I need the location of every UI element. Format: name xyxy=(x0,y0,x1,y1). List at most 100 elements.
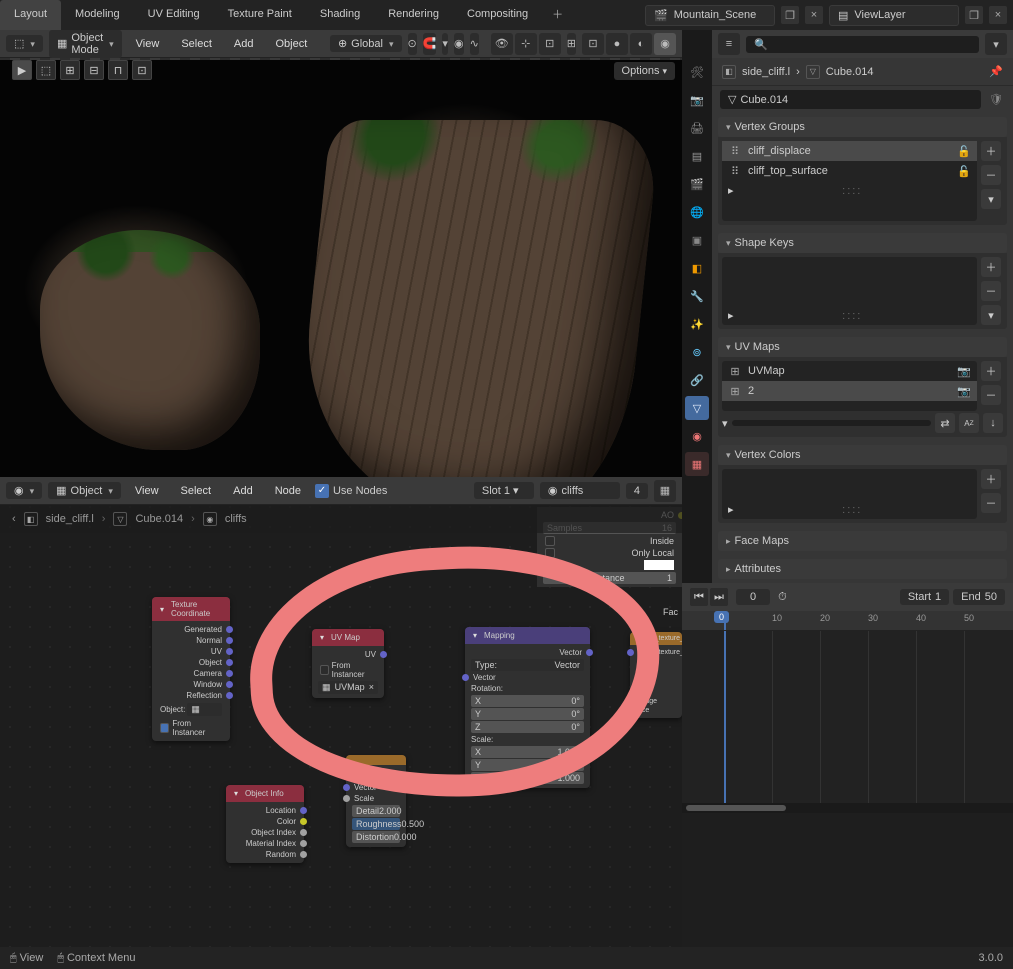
node-texture-coordinate[interactable]: Texture Coordinate Generated Normal UV O… xyxy=(152,597,230,741)
uv-swap-button[interactable]: ⇄ xyxy=(935,413,955,433)
orientation-dropdown[interactable]: ⊕Global xyxy=(330,35,402,52)
mapping-type-dropdown[interactable]: Type:Vector xyxy=(471,659,584,671)
noise-distortion[interactable]: Distortion0.000 xyxy=(352,831,400,843)
node-group-rocks-texture[interactable]: rocks_texture_com rocks_texture_c image … xyxy=(630,632,682,718)
noise-detail[interactable]: Detail2.000 xyxy=(352,805,400,817)
tab-tool[interactable]: 🛠 xyxy=(685,60,709,84)
expand-arrow[interactable]: ▸ xyxy=(728,309,734,322)
object-picker[interactable]: ▦ xyxy=(187,703,222,716)
vgroup-remove-button[interactable]: － xyxy=(981,165,1001,185)
bc-object[interactable]: side_cliff.l xyxy=(46,513,94,525)
panel-face-maps-header[interactable]: Face Maps xyxy=(718,531,1007,551)
viewlayer-new-button[interactable]: ❐ xyxy=(965,6,983,24)
rotation-x[interactable]: X0° xyxy=(471,695,584,707)
tab-physics[interactable]: ⊚ xyxy=(685,340,709,364)
select-extend[interactable]: ⊞ xyxy=(60,60,80,80)
scale-y[interactable]: Y1.000 xyxy=(471,759,584,771)
workspace-tab-modeling[interactable]: Modeling xyxy=(61,0,134,30)
shapekey-add-button[interactable]: ＋ xyxy=(981,257,1001,277)
workspace-tab-layout[interactable]: Layout xyxy=(0,0,61,30)
auto-key-button[interactable]: ⏱ xyxy=(778,591,787,604)
active-render-icon[interactable]: 📷 xyxy=(957,365,971,378)
uvmap-remove-button[interactable]: － xyxy=(981,385,1001,405)
shading-rendered[interactable]: ◉ xyxy=(654,33,676,55)
shapekey-specials-button[interactable]: ▾ xyxy=(981,305,1001,325)
tab-object-data[interactable]: ▽ xyxy=(685,396,709,420)
vertex-group-item[interactable]: ⠿ cliff_top_surface 🔓 xyxy=(722,161,977,181)
editor-type-dropdown[interactable]: ⬚ xyxy=(6,35,43,52)
uv-rename-field[interactable] xyxy=(732,420,931,426)
gizmo-dropdown[interactable]: ⊹ xyxy=(515,33,537,55)
workspace-tab-shading[interactable]: Shading xyxy=(306,0,374,30)
tab-particles[interactable]: ✨ xyxy=(685,312,709,336)
bc-material[interactable]: cliffs xyxy=(225,513,247,525)
viewport-menu-select[interactable]: Select xyxy=(173,34,220,54)
material-users[interactable]: 4 xyxy=(626,483,648,499)
workspace-tab-compositing[interactable]: Compositing xyxy=(453,0,542,30)
select-tool-tweak[interactable]: ▶ xyxy=(12,60,32,80)
uv-sort-button[interactable]: AZ xyxy=(959,413,979,433)
select-subtract[interactable]: ⊟ xyxy=(84,60,104,80)
scene-selector[interactable]: 🎬 Mountain_Scene xyxy=(645,5,775,26)
viewport-menu-object[interactable]: Object xyxy=(267,34,315,54)
viewlayer-delete-button[interactable]: × xyxy=(989,6,1007,24)
tab-modifiers[interactable]: 🔧 xyxy=(685,284,709,308)
ne-shader-type-dropdown[interactable]: ▦Object xyxy=(48,482,121,499)
noise-dim-dropdown[interactable]: 3D xyxy=(352,769,400,781)
fake-user-toggle[interactable]: 🛡 xyxy=(987,91,1005,109)
jump-start-button[interactable]: ⏮ xyxy=(690,588,708,606)
chevron-left-icon[interactable]: ‹ xyxy=(12,513,16,525)
resize-handle[interactable]: :::: xyxy=(842,185,862,197)
ne-editor-type-dropdown[interactable]: ◉ xyxy=(6,482,42,499)
object-name-field[interactable]: ▽ Cube.014 xyxy=(720,90,981,109)
start-frame-field[interactable]: Start1 xyxy=(900,589,949,605)
tab-constraints[interactable]: 🔗 xyxy=(685,368,709,392)
expand-arrow[interactable]: ▸ xyxy=(728,503,734,516)
breadcrumb-object[interactable]: side_cliff.l xyxy=(742,66,790,78)
shape-keys-list[interactable]: ▸:::: xyxy=(722,257,977,325)
material-slot-dropdown[interactable]: Slot 1▾ xyxy=(474,482,534,499)
current-frame-field[interactable]: 0 xyxy=(736,589,770,605)
render-preview[interactable] xyxy=(0,60,682,477)
vertex-groups-list[interactable]: ⠿ cliff_displace 🔓 ⠿ cliff_top_surface 🔓 xyxy=(722,141,977,221)
bc-data[interactable]: Cube.014 xyxy=(135,513,183,525)
expand-arrow[interactable]: ▾ xyxy=(722,417,728,430)
tab-viewlayer[interactable]: ▤ xyxy=(685,144,709,168)
tab-render[interactable]: 📷 xyxy=(685,88,709,112)
panel-shape-keys-header[interactable]: Shape Keys xyxy=(718,233,1007,253)
uv-sort-reverse-button[interactable]: ↓ xyxy=(983,413,1003,433)
proportional-toggle[interactable]: ◉ xyxy=(454,33,464,55)
ne-menu-view[interactable]: View xyxy=(127,481,167,501)
pivot-dropdown[interactable]: ⊙ xyxy=(408,33,417,55)
node-uv-map[interactable]: UV Map UV From Instancer ▦UVMap× xyxy=(312,629,384,698)
shading-wireframe[interactable]: ⊡ xyxy=(582,33,604,55)
visibility-dropdown[interactable]: 👁 xyxy=(491,33,513,55)
breadcrumb-data[interactable]: Cube.014 xyxy=(826,66,874,78)
workspace-tab-uv-editing[interactable]: UV Editing xyxy=(134,0,214,30)
3d-viewport[interactable]: ⬚ ▦Object Mode View Select Add Object ⊕G… xyxy=(0,30,682,477)
node-object-info[interactable]: Object Info Location Color Object Index … xyxy=(226,785,304,863)
vertex-colors-list[interactable]: ▸:::: xyxy=(722,469,977,519)
active-render-icon[interactable]: 📷 xyxy=(957,385,971,398)
viewlayer-selector[interactable]: ▤ ViewLayer xyxy=(829,5,959,26)
scene-delete-button[interactable]: × xyxy=(805,6,823,24)
snap-dropdown[interactable]: ▾ xyxy=(442,33,448,55)
select-intersect[interactable]: ⊓ xyxy=(108,60,128,80)
timeline-body[interactable] xyxy=(682,631,1013,803)
playhead[interactable]: 0 xyxy=(724,611,726,630)
workspace-add-button[interactable]: ＋ xyxy=(542,0,573,30)
vgroup-specials-button[interactable]: ▾ xyxy=(981,189,1001,209)
uvmap-selector[interactable]: ▦UVMap× xyxy=(318,681,378,694)
workspace-tab-rendering[interactable]: Rendering xyxy=(374,0,453,30)
material-selector[interactable]: ◉cliffs xyxy=(540,482,620,499)
lock-icon[interactable]: 🔓 xyxy=(957,145,971,158)
workspace-tab-texture-paint[interactable]: Texture Paint xyxy=(214,0,306,30)
rotation-z[interactable]: Z0° xyxy=(471,721,584,733)
uvmap-add-button[interactable]: ＋ xyxy=(981,361,1001,381)
select-invert[interactable]: ⊡ xyxy=(132,60,152,80)
material-new-button[interactable]: ▦ xyxy=(654,480,676,502)
footer-view[interactable]: 🖱 View xyxy=(10,952,43,965)
props-options[interactable]: ▾ xyxy=(985,33,1007,55)
timeline-ruler[interactable]: 0 10 20 30 40 50 0 xyxy=(682,611,1013,631)
viewport-options-dropdown[interactable]: Options▾ xyxy=(614,62,675,80)
